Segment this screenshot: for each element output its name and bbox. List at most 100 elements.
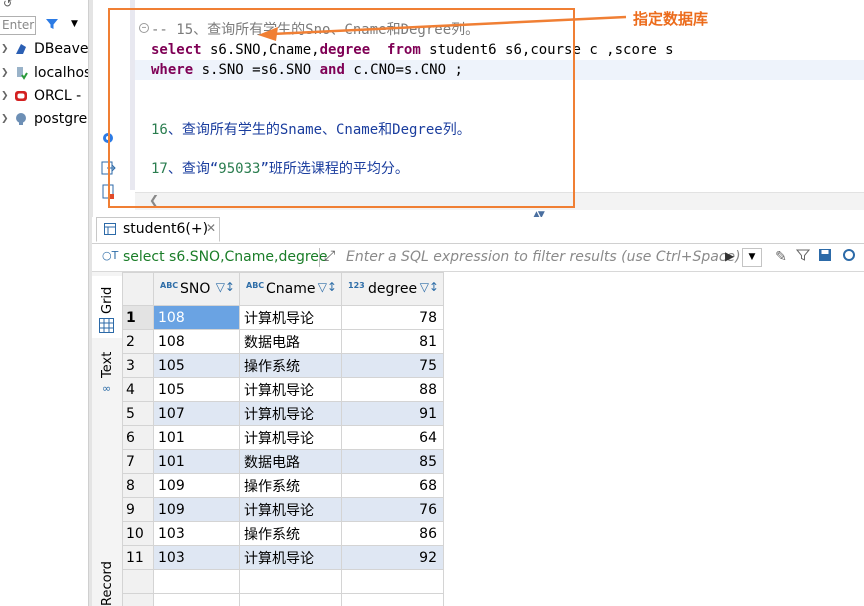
table-row[interactable]: 2 108 数据电路 81	[122, 329, 444, 354]
table-row[interactable]: 7 101 数据电路 85	[122, 449, 444, 474]
row-number	[122, 569, 154, 594]
column-header-sno[interactable]: ABC SNO ▽↕	[153, 272, 240, 306]
row-number[interactable]: 8	[122, 473, 154, 498]
column-header-degree[interactable]: 123 degree ▽↕	[341, 272, 444, 306]
row-number[interactable]: 9	[122, 497, 154, 522]
cell-degree[interactable]: 68	[341, 473, 444, 498]
row-number[interactable]: 3	[122, 353, 154, 378]
nav-item-orcl[interactable]: ❯ ORCL -	[0, 85, 88, 107]
cell-cname[interactable]: 数据电路	[239, 329, 342, 354]
table-row[interactable]: 11 103 计算机导论 92	[122, 545, 444, 570]
results-table: ABC SNO ▽↕ ABC Cname ▽↕ 123 degree ▽↕ 1 108 计算机导…	[122, 272, 444, 606]
cell-sno[interactable]: 103	[153, 521, 240, 546]
nav-item-dbeaver[interactable]: ❯ DBeave	[0, 38, 88, 60]
cell-cname[interactable]: 计算机导论	[239, 377, 342, 402]
cell-cname[interactable]: 计算机导论	[239, 401, 342, 426]
table-row[interactable]: 9 109 计算机导论 76	[122, 497, 444, 522]
filter-history-dropdown[interactable]: ▼	[742, 248, 762, 267]
apply-filter-icon[interactable]: ▶	[725, 249, 734, 263]
row-number[interactable]: 7	[122, 449, 154, 474]
active-query-label[interactable]: select s6.SNO,Cname,degree	[123, 249, 328, 265]
tab-grid[interactable]: Grid	[92, 276, 122, 338]
funnel-outline-icon	[795, 249, 811, 261]
column-header-cname[interactable]: ABC Cname ▽↕	[239, 272, 342, 306]
row-number[interactable]: 4	[122, 377, 154, 402]
cell-sno[interactable]: 101	[153, 425, 240, 450]
table-row-empty	[122, 569, 444, 594]
connection-icon	[17, 67, 28, 80]
cell-sno[interactable]: 103	[153, 545, 240, 570]
cell-sno[interactable]: 108	[153, 305, 240, 330]
nav-item-localhost[interactable]: ❯ localhos	[0, 62, 88, 84]
tab-student6[interactable]: student6(+) ✕	[96, 217, 220, 242]
table-row[interactable]: 3 105 操作系统 75	[122, 353, 444, 378]
expand-icon[interactable]: ⤢	[324, 248, 335, 264]
cell-degree[interactable]: 64	[341, 425, 444, 450]
tab-record[interactable]: Record	[92, 552, 122, 606]
chevron-right-icon[interactable]: ❯	[1, 85, 9, 107]
table-row[interactable]: 10 103 操作系统 86	[122, 521, 444, 546]
table-row[interactable]: 8 109 操作系统 68	[122, 473, 444, 498]
navigator-filter-input[interactable]: Enter a	[0, 16, 36, 35]
grid-icon	[99, 318, 114, 333]
cell-cname[interactable]: 计算机导论	[239, 545, 342, 570]
cell-sno[interactable]: 109	[153, 473, 240, 498]
cell-degree[interactable]: 76	[341, 497, 444, 522]
cell-sno[interactable]: 105	[153, 377, 240, 402]
collapse-icon[interactable]: ↺	[3, 0, 12, 10]
results-grid[interactable]: ABC SNO ▽↕ ABC Cname ▽↕ 123 degree ▽↕ 1 108 计算机导…	[122, 272, 864, 606]
cell-degree[interactable]: 88	[341, 377, 444, 402]
sql-text-icon: ○T	[102, 249, 119, 262]
cell-cname[interactable]: 操作系统	[239, 473, 342, 498]
table-row[interactable]: 4 105 计算机导论 88	[122, 377, 444, 402]
chevron-right-icon[interactable]: ❯	[1, 38, 9, 60]
panels-icon[interactable]	[840, 248, 858, 266]
cell-degree[interactable]: 92	[341, 545, 444, 570]
sort-filter-icon[interactable]: ▽↕	[318, 280, 337, 294]
cell-empty	[341, 593, 444, 606]
eraser-icon[interactable]: ✎	[772, 248, 790, 266]
close-icon[interactable]: ✕	[206, 221, 216, 235]
cell-cname[interactable]: 计算机导论	[239, 305, 342, 330]
row-number[interactable]: 1	[122, 305, 154, 330]
cell-sno[interactable]: 108	[153, 329, 240, 354]
filter-settings-icon[interactable]	[794, 248, 812, 266]
sort-filter-icon[interactable]: ▽↕	[420, 280, 439, 294]
table-row[interactable]: 1 108 计算机导论 78	[122, 305, 444, 330]
cell-cname[interactable]: 数据电路	[239, 449, 342, 474]
cell-cname[interactable]: 操作系统	[239, 521, 342, 546]
cell-cname[interactable]: 计算机导论	[239, 497, 342, 522]
column-header-label: Cname	[266, 281, 316, 297]
sort-filter-icon[interactable]: ▽↕	[216, 280, 235, 294]
cell-degree[interactable]: 75	[341, 353, 444, 378]
cell-degree[interactable]: 91	[341, 401, 444, 426]
row-number[interactable]: 6	[122, 425, 154, 450]
type-badge: 123	[348, 281, 365, 290]
cell-degree[interactable]: 78	[341, 305, 444, 330]
row-number[interactable]: 5	[122, 401, 154, 426]
tab-text[interactable]: Text ∞	[92, 344, 122, 404]
chevron-right-icon[interactable]: ❯	[1, 108, 9, 130]
cell-degree[interactable]: 86	[341, 521, 444, 546]
filter-icon[interactable]	[45, 17, 59, 35]
save-filter-icon[interactable]	[816, 248, 834, 266]
row-number[interactable]: 11	[122, 545, 154, 570]
nav-item-postgres[interactable]: ❯ postgre	[0, 108, 88, 130]
filter-dropdown-icon[interactable]: ▼	[71, 19, 78, 29]
cell-cname[interactable]: 计算机导论	[239, 425, 342, 450]
row-number[interactable]: 2	[122, 329, 154, 354]
row-number-header[interactable]	[122, 272, 154, 306]
row-number[interactable]: 10	[122, 521, 154, 546]
cell-degree[interactable]: 85	[341, 449, 444, 474]
cell-sno[interactable]: 107	[153, 401, 240, 426]
cell-degree[interactable]: 81	[341, 329, 444, 354]
cell-sno[interactable]: 105	[153, 353, 240, 378]
cell-cname[interactable]: 操作系统	[239, 353, 342, 378]
annotation-highlight-box	[108, 8, 575, 208]
chevron-right-icon[interactable]: ❯	[1, 62, 9, 84]
filter-expression-input[interactable]: Enter a SQL expression to filter results…	[346, 248, 756, 267]
table-row[interactable]: 6 101 计算机导论 64	[122, 425, 444, 450]
cell-sno[interactable]: 101	[153, 449, 240, 474]
cell-sno[interactable]: 109	[153, 497, 240, 522]
table-row[interactable]: 5 107 计算机导论 91	[122, 401, 444, 426]
